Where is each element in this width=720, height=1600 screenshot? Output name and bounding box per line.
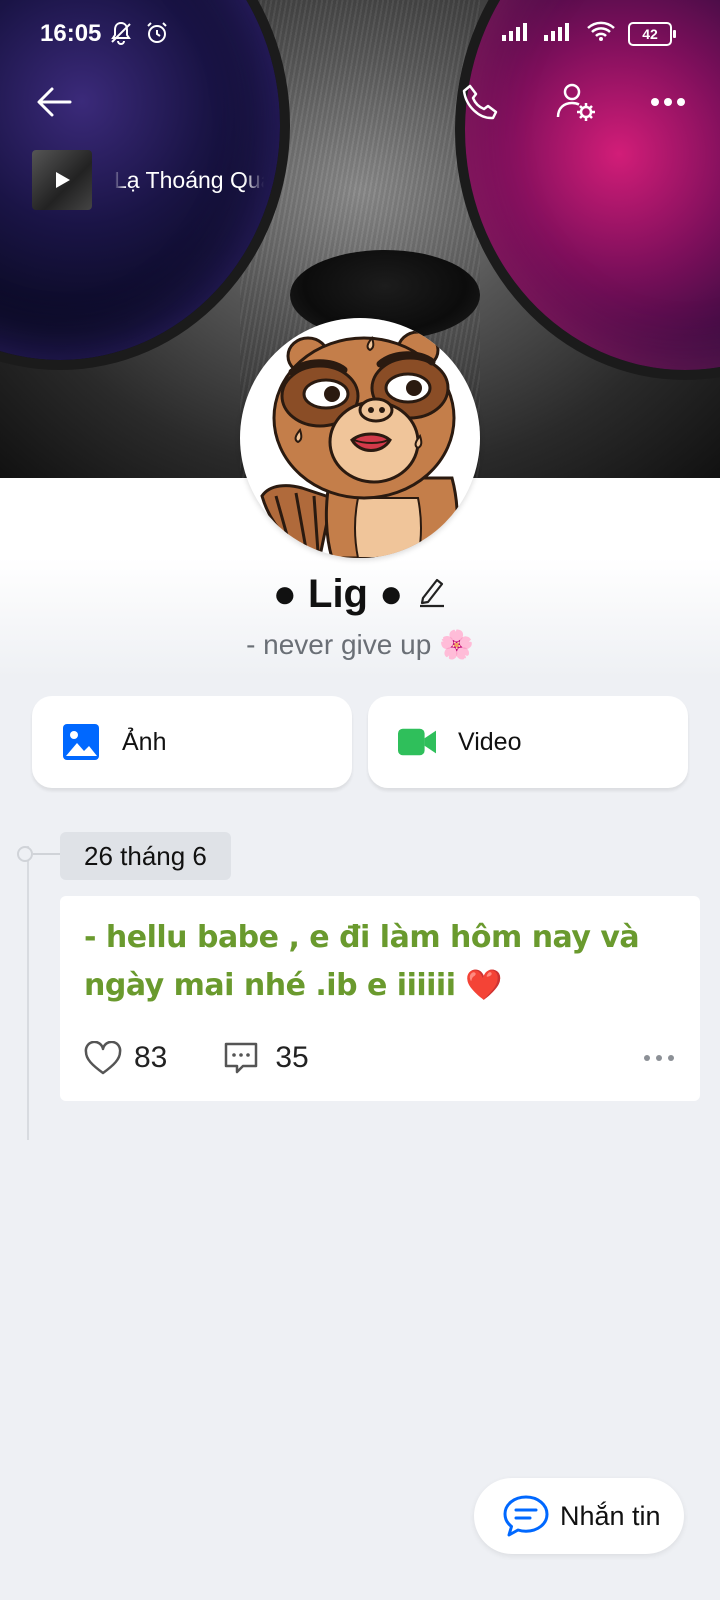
post-card[interactable]: - hellu babe , e đi làm hôm nay và ngày … [60,896,700,1101]
raccoon-avatar-illustration [260,330,459,558]
arrow-left-icon [37,87,72,117]
comment-count: 35 [275,1041,309,1074]
dot-3 [668,1055,674,1061]
post-actions: 83 35 [84,1038,684,1078]
wifi-icon [586,20,616,47]
post-more-button[interactable] [644,1038,674,1078]
videos-label: Video [458,727,522,756]
videos-button[interactable]: Video [368,696,688,788]
mute-notifications-icon [108,20,134,51]
user-settings-icon [556,83,595,121]
status-bar: 16:05 42 [0,0,720,70]
profile-name: ● Lig ● [272,572,404,616]
more-options-button[interactable] [640,74,696,130]
photos-button[interactable]: Ảnh [32,696,352,788]
timeline-date: 26 tháng 6 [60,832,231,880]
profile-status: - never give up 🌸 [246,629,474,660]
alarm-icon [144,20,170,51]
more-dots-icon [651,98,685,106]
post-text: - hellu babe , e đi làm hôm nay và ngày … [84,920,640,1003]
profile-settings-button[interactable] [548,74,604,130]
call-button[interactable] [452,74,508,130]
message-button[interactable]: Nhắn tin [474,1478,684,1554]
photos-label: Ảnh [122,727,167,756]
status-icons-left [108,20,170,51]
signal-icon-1 [502,21,532,46]
comment-icon [225,1042,258,1074]
profile-screen: 16:05 42 Lạ Thoáng Qua ● Lig ● - never g… [0,0,720,1600]
avatar[interactable] [240,318,480,558]
phone-icon [462,84,498,120]
edit-name-button[interactable] [417,576,447,613]
comment-button[interactable]: 35 [223,1041,309,1075]
heart-icon [84,1041,122,1075]
battery-icon: 42 [628,21,676,46]
profile-name-row: ● Lig ● [0,572,720,617]
signal-icon-2 [544,21,574,46]
play-icon [56,172,70,188]
status-icons-right: 42 [502,20,676,47]
timeline-line [27,846,29,1140]
image-icon [62,723,100,761]
like-button[interactable]: 83 [84,1041,167,1075]
timeline-dot [17,846,33,862]
pencil-icon [420,578,445,608]
music-title: Lạ Thoáng Qua [114,166,264,193]
timeline-connector [33,853,61,855]
like-count: 83 [134,1041,168,1074]
dot-1 [644,1055,650,1061]
music-cover-thumbnail[interactable] [32,150,92,210]
message-button-label: Nhắn tin [560,1500,661,1531]
dot-2 [656,1055,662,1061]
chat-bubble-icon [502,1494,550,1538]
profile-music[interactable]: Lạ Thoáng Qua [32,150,264,210]
video-camera-icon [398,723,436,761]
status-time: 16:05 [40,20,102,47]
back-button[interactable] [26,74,82,130]
